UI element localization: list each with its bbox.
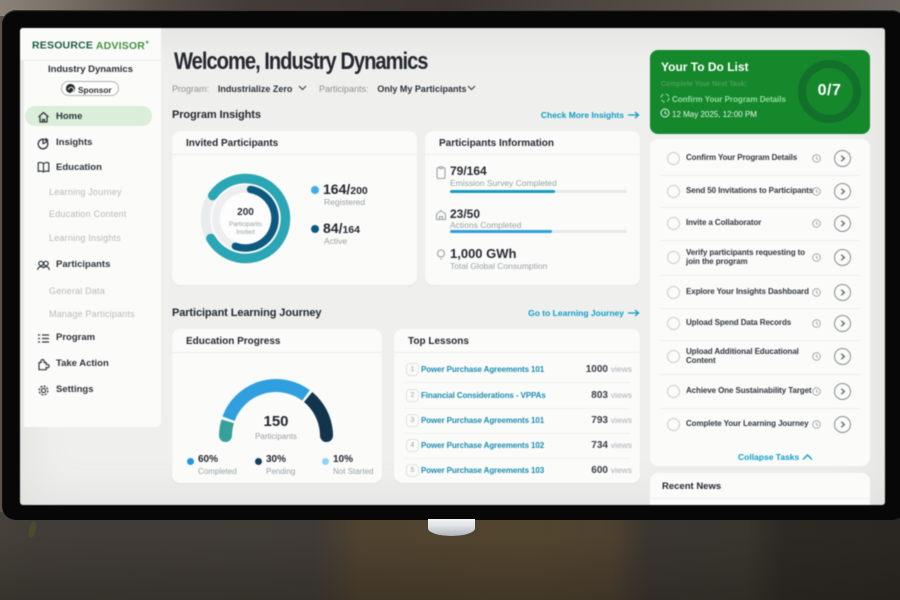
svg-text:Invited: Invited xyxy=(236,229,255,236)
svg-text:Participants: Participants xyxy=(229,221,262,228)
svg-text:200: 200 xyxy=(237,207,254,218)
